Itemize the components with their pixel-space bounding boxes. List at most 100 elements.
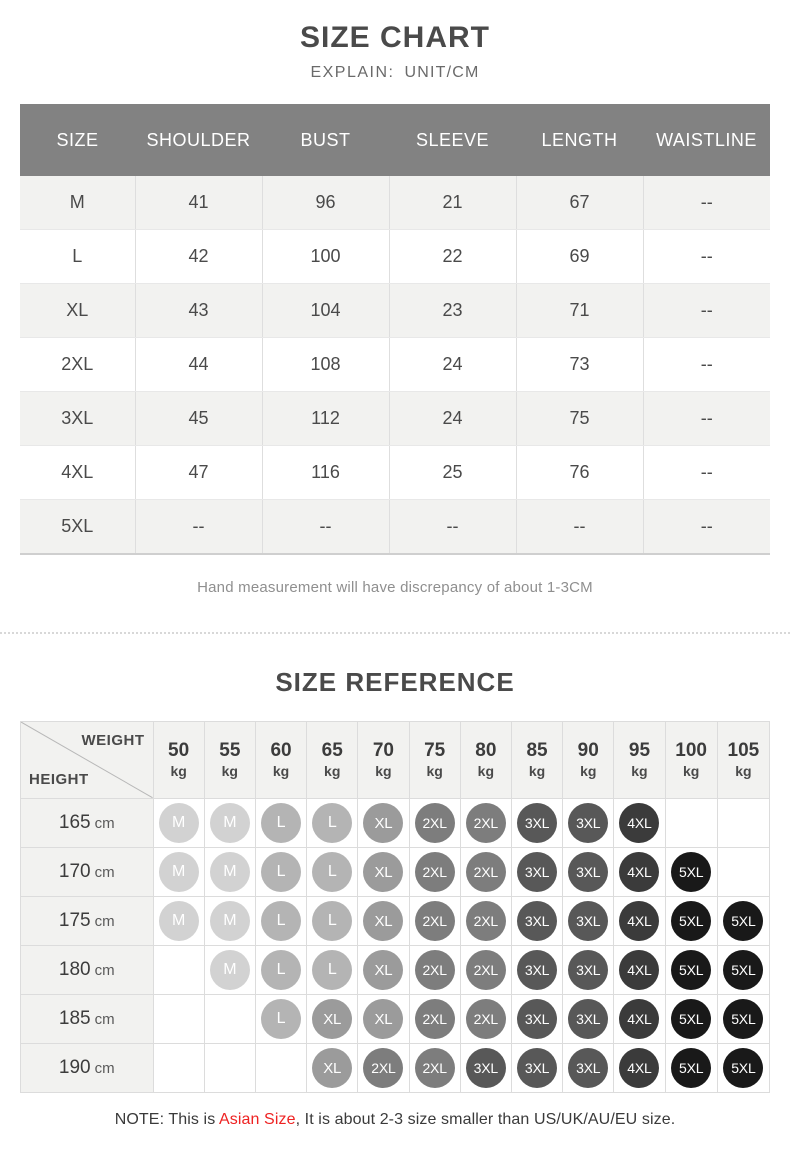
cell-length: 75 [516, 391, 644, 446]
size-badge: 4XL [619, 999, 660, 1039]
cell-sleeve: 24 [389, 391, 517, 446]
size-cell-5XL: 5XL [716, 1043, 771, 1093]
size-reference-table-wrap: WEIGHT HEIGHT 50 kg 55 kg 60 kg 65 kg 70… [20, 721, 771, 1093]
size-cell-L: L [254, 896, 308, 946]
size-badge: 5XL [671, 901, 712, 941]
cell-size: XL [20, 283, 136, 338]
weight-header-105: 105 kg [716, 721, 771, 799]
size-cell-2XL: 2XL [408, 994, 461, 1044]
size-badge: L [261, 852, 302, 892]
size-badge: M [158, 852, 199, 892]
size-cell-5XL: 5XL [716, 945, 771, 995]
weight-header-60: 60 kg [254, 721, 308, 799]
cell-bust: 96 [262, 176, 390, 230]
table-row: 4XL 47 116 25 76 -- [20, 445, 770, 500]
weight-value: 70 [372, 740, 394, 761]
table-row: XL 43 104 23 71 -- [20, 283, 770, 338]
size-cell-4XL: 4XL [613, 798, 666, 848]
hand-measurement-note: Hand measurement will have discrepancy o… [197, 579, 593, 596]
size-chart-title: SIZE CHART [300, 21, 490, 54]
size-cell-empty [664, 798, 718, 848]
size-badge: XL [363, 999, 404, 1039]
weight-header-75: 75 kg [408, 721, 461, 799]
size-badge: XL [363, 852, 404, 892]
footer-note: NOTE: This is Asian Size, It is about 2-… [0, 1111, 790, 1129]
size-chart-table-wrap: SIZE SHOULDER BUST SLEEVE LENGTH WAISTLI… [20, 104, 770, 555]
table-row: 170 cm M M L L XL 2XL 2XL 3XL 3XL 4XL 5XL [20, 847, 771, 897]
height-value: 190 [58, 1057, 91, 1078]
size-badge: L [312, 803, 353, 843]
cell-sleeve: 22 [389, 229, 517, 284]
size-cell-3XL: 3XL [510, 945, 564, 995]
footer-note-accent: Asian Size [218, 1111, 296, 1128]
size-badge: 5XL [723, 999, 764, 1039]
size-cell-L: L [254, 945, 308, 995]
size-reference-title: SIZE REFERENCE [275, 667, 515, 697]
size-reference-tbody: 165 cm M M L L XL 2XL 2XL 3XL 3XL 4XL 170 cm M M L L XL 2XL… [20, 798, 771, 1093]
size-badge: XL [363, 803, 404, 843]
weight-unit: kg [426, 763, 443, 779]
cell-waistline: -- [643, 499, 770, 555]
size-badge: M [158, 803, 199, 843]
size-cell-empty [203, 994, 256, 1044]
weight-value: 105 [727, 740, 760, 761]
size-cell-3XL: 3XL [562, 798, 615, 848]
size-badge: L [312, 950, 353, 990]
size-chart-tbody: M 41 96 21 67 -- L 42 100 22 69 -- XL 43… [20, 176, 770, 555]
cell-bust: 116 [262, 445, 390, 500]
size-chart-subtitle: EXPLAIN: UNIT/CM [0, 62, 790, 84]
weight-header-95: 95 kg [613, 721, 666, 799]
size-reference-thead: WEIGHT HEIGHT 50 kg 55 kg 60 kg 65 kg 70… [20, 721, 771, 799]
cell-shoulder: 45 [135, 391, 263, 446]
weight-value: 75 [424, 740, 446, 761]
size-badge: 2XL [465, 950, 506, 990]
size-cell-4XL: 4XL [613, 945, 666, 995]
size-cell-4XL: 4XL [613, 847, 666, 897]
table-row: 2XL 44 108 24 73 -- [20, 337, 770, 392]
size-cell-2XL: 2XL [459, 896, 512, 946]
cell-length: 67 [516, 176, 644, 230]
size-cell-3XL: 3XL [459, 1043, 512, 1093]
height-value: 175 [58, 910, 91, 931]
weight-unit: kg [272, 763, 290, 779]
size-cell-5XL: 5XL [664, 945, 718, 995]
size-badge: 4XL [619, 901, 660, 941]
size-badge: L [261, 999, 302, 1039]
column-header-length: LENGTH [516, 104, 643, 176]
size-chart-table: SIZE SHOULDER BUST SLEEVE LENGTH WAISTLI… [20, 104, 770, 555]
table-row: 165 cm M M L L XL 2XL 2XL 3XL 3XL 4XL [20, 798, 771, 848]
size-cell-L: L [306, 945, 359, 995]
cell-bust: 112 [262, 391, 390, 446]
size-cell-L: L [306, 847, 359, 897]
height-label-cell: 165 cm [20, 798, 154, 848]
height-axis-label: HEIGHT [29, 771, 89, 788]
size-badge: 2XL [465, 901, 506, 941]
cell-bust: -- [262, 499, 390, 555]
axis-corner-cell: WEIGHT HEIGHT [20, 721, 154, 799]
weight-unit: kg [735, 763, 752, 779]
size-cell-2XL: 2XL [459, 847, 512, 897]
size-badge: 2XL [414, 1048, 455, 1088]
size-cell-M: M [203, 847, 256, 897]
size-badge: L [312, 852, 353, 892]
size-badge: 2XL [363, 1048, 404, 1088]
height-label-cell: 185 cm [20, 994, 154, 1044]
cell-waistline: -- [643, 229, 770, 284]
cell-length: -- [516, 499, 644, 555]
size-badge: 2XL [465, 803, 506, 843]
cell-waistline: -- [643, 176, 770, 230]
column-header-bust: BUST [262, 104, 389, 176]
height-unit: cm [94, 913, 115, 930]
size-cell-5XL: 5XL [664, 847, 718, 897]
size-cell-2XL: 2XL [459, 798, 512, 848]
size-badge: L [312, 901, 353, 941]
cell-sleeve: 21 [389, 176, 517, 230]
size-cell-3XL: 3XL [562, 994, 615, 1044]
weight-value: 60 [270, 740, 292, 761]
size-badge: 5XL [723, 901, 764, 941]
size-badge: XL [312, 1048, 353, 1088]
weight-header-70: 70 kg [357, 721, 410, 799]
height-unit: cm [94, 815, 115, 832]
weight-unit: kg [580, 763, 597, 779]
size-reference-section: SIZE REFERENCE WEIGHT HEIGHT 50 kg 55 kg… [0, 665, 790, 1129]
